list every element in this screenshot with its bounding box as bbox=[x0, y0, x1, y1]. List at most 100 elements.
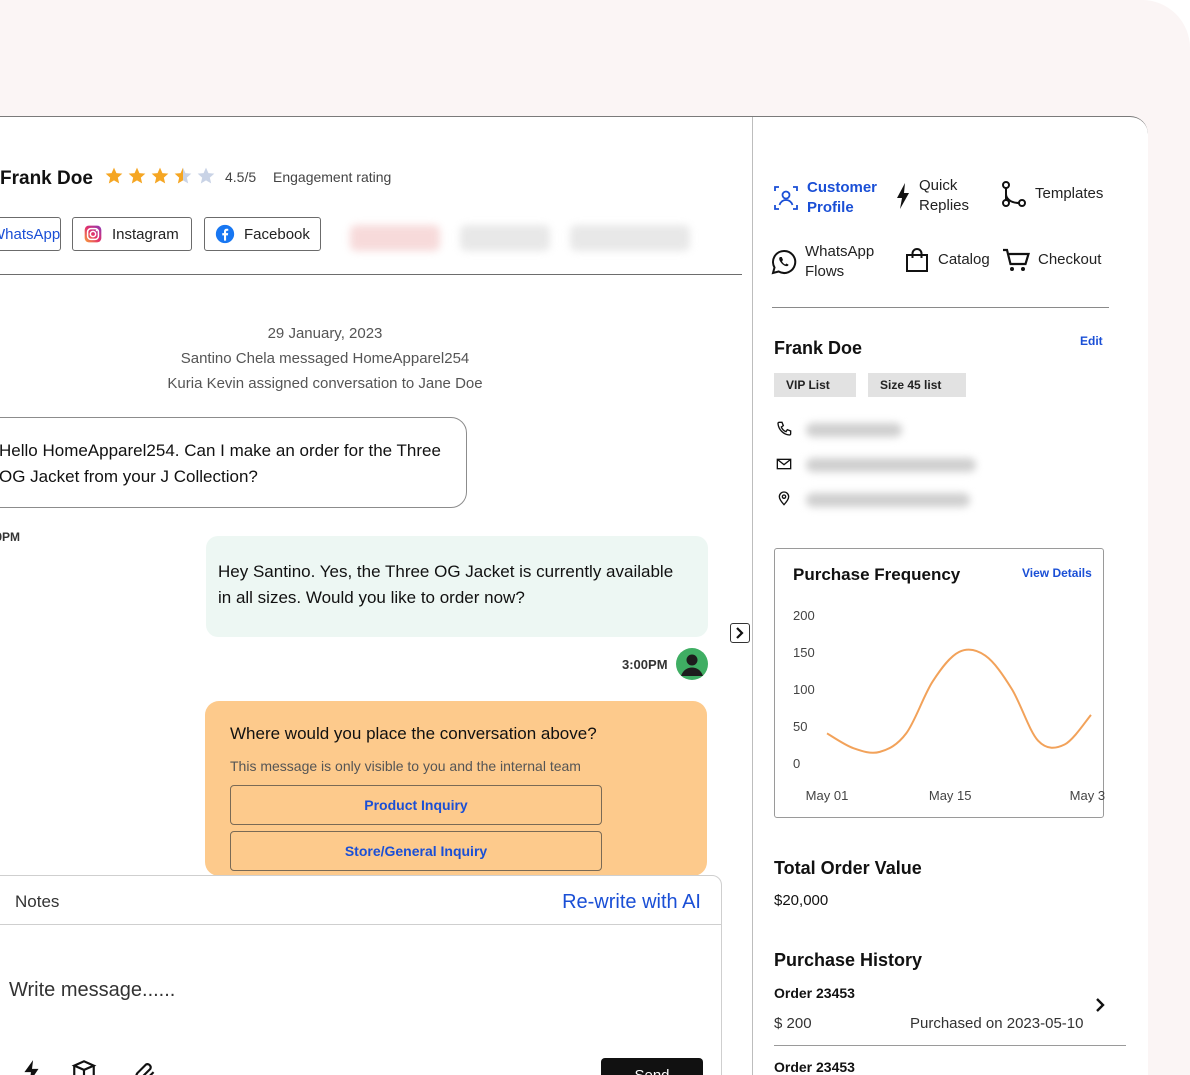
rating-value: 4.5/5 bbox=[225, 169, 257, 185]
store-inquiry-button[interactable]: Store/General Inquiry bbox=[230, 831, 602, 871]
message-time: 3:00PM bbox=[622, 657, 668, 672]
blurred-address bbox=[806, 493, 970, 507]
blurred-chip bbox=[570, 225, 690, 251]
purchase-frequency-chart: 200 150 100 50 0 May 01 May 15 May 31 bbox=[793, 608, 1105, 803]
message-text: Hey Santino. Yes, the Three OG Jacket is… bbox=[218, 562, 674, 581]
channel-label: WhatsApp bbox=[0, 225, 61, 243]
channel-label: Instagram bbox=[112, 225, 179, 243]
incoming-message: Hello HomeApparel254. Can I make an orde… bbox=[0, 417, 467, 508]
location-icon bbox=[778, 491, 790, 506]
prompt-note: This message is only visible to you and … bbox=[230, 758, 581, 774]
facebook-icon bbox=[215, 224, 235, 244]
system-message: Kuria Kevin assigned conversation to Jan… bbox=[167, 375, 483, 392]
blurred-phone bbox=[806, 423, 902, 437]
action-label: Flows bbox=[805, 263, 845, 280]
customer-name: Frank Doe bbox=[774, 338, 863, 358]
series-line bbox=[826, 648, 1092, 754]
empty-star-icon bbox=[197, 167, 215, 184]
order-open-button[interactable] bbox=[1094, 997, 1106, 1018]
total-order-value: $20,000 bbox=[774, 892, 829, 909]
action-label: Quick bbox=[919, 177, 958, 194]
whatsapp-icon bbox=[771, 249, 797, 275]
blurred-email bbox=[806, 458, 976, 472]
rewrite-ai-button[interactable]: Re-write with AI bbox=[562, 891, 701, 914]
system-message: Santino Chela messaged HomeApparel254 bbox=[180, 350, 470, 367]
lightning-icon[interactable] bbox=[19, 1058, 45, 1075]
message-text: OG Jacket from your J Collection? bbox=[0, 467, 258, 486]
product-inquiry-button[interactable]: Product Inquiry bbox=[230, 785, 602, 825]
order-amount: $ 200 bbox=[774, 1015, 812, 1032]
panel-divider bbox=[752, 117, 753, 1075]
edit-customer-link[interactable]: Edit bbox=[1080, 334, 1103, 348]
customer-profile-action[interactable]: Customer Profile bbox=[773, 178, 877, 218]
quick-replies-action[interactable]: Quick Replies bbox=[895, 176, 969, 216]
conversation-date: 29 January, 2023 bbox=[267, 325, 383, 342]
attachment-icon[interactable] bbox=[133, 1058, 159, 1075]
channel-facebook[interactable]: Facebook bbox=[204, 217, 321, 251]
shopping-bag-icon bbox=[906, 248, 928, 272]
phone-icon bbox=[777, 421, 792, 436]
x-tick-label: May 01 bbox=[806, 788, 849, 803]
order-date: Purchased on 2023-05-10 bbox=[910, 1015, 1084, 1032]
channel-instagram[interactable]: Instagram bbox=[72, 217, 192, 251]
action-label: Profile bbox=[807, 199, 854, 216]
classification-prompt: Where would you place the conversation a… bbox=[205, 701, 707, 876]
catalog-action[interactable]: Catalog bbox=[904, 247, 990, 273]
notes-tab[interactable]: Notes bbox=[15, 892, 59, 912]
box-icon[interactable] bbox=[71, 1058, 97, 1075]
user-icon bbox=[681, 654, 703, 676]
y-tick-label: 50 bbox=[793, 719, 807, 734]
actions-divider bbox=[772, 307, 1109, 308]
star-icon bbox=[151, 167, 169, 184]
send-button[interactable]: Send bbox=[601, 1058, 703, 1075]
half-star-icon bbox=[174, 167, 192, 184]
outgoing-message: Hey Santino. Yes, the Three OG Jacket is… bbox=[206, 536, 708, 637]
templates-icon bbox=[1002, 181, 1026, 207]
chevron-right-icon bbox=[1096, 998, 1105, 1012]
tag-vip-list[interactable]: VIP List bbox=[774, 373, 856, 397]
lightning-icon bbox=[897, 183, 909, 209]
action-label: Replies bbox=[919, 197, 970, 214]
blurred-chip bbox=[350, 225, 440, 251]
order-id: Order 23453 bbox=[774, 1059, 855, 1075]
inbox-app: Frank Doe 4.5/5 Engagement rating WhatsA… bbox=[0, 116, 1148, 1075]
customer-profile-icon bbox=[774, 186, 798, 210]
x-tick-label: May 31 bbox=[1070, 788, 1105, 803]
whatsapp-flows-action[interactable]: WhatsApp Flows bbox=[771, 242, 874, 282]
composer-divider bbox=[0, 924, 721, 925]
action-label: Checkout bbox=[1038, 251, 1102, 268]
blurred-chip bbox=[460, 225, 550, 251]
message-text: Hello HomeApparel254. Can I make an orde… bbox=[0, 441, 441, 460]
purchase-frequency-card: Purchase Frequency View Details 200 150 10… bbox=[774, 548, 1105, 818]
blurred-status-chips bbox=[330, 209, 750, 267]
checkout-action[interactable]: Checkout bbox=[1002, 247, 1101, 273]
expand-panel-button[interactable] bbox=[730, 623, 750, 643]
prompt-question: Where would you place the conversation a… bbox=[230, 724, 597, 743]
action-label: Templates bbox=[1035, 185, 1104, 202]
purchase-history-title: Purchase History bbox=[774, 950, 923, 970]
x-tick-label: May 15 bbox=[929, 788, 972, 803]
y-tick-label: 0 bbox=[793, 756, 800, 771]
total-order-title: Total Order Value bbox=[774, 858, 922, 878]
channel-label: Facebook bbox=[244, 225, 310, 243]
instagram-icon bbox=[84, 225, 102, 243]
mail-icon bbox=[776, 458, 792, 470]
rating-label: Engagement rating bbox=[273, 169, 392, 185]
y-tick-label: 100 bbox=[793, 682, 815, 697]
y-tick-label: 200 bbox=[793, 608, 815, 623]
message-text: in all sizes. Would you like to order no… bbox=[218, 588, 525, 607]
star-icon bbox=[128, 167, 146, 184]
message-input[interactable] bbox=[9, 979, 509, 1002]
channel-whatsapp[interactable]: WhatsApp bbox=[0, 217, 61, 251]
agent-avatar[interactable] bbox=[676, 648, 708, 680]
order-divider bbox=[774, 1045, 1126, 1046]
contact-name: Frank Doe bbox=[0, 168, 93, 189]
message-composer: Notes Re-write with AI Send bbox=[0, 875, 722, 1075]
action-label: Customer bbox=[807, 179, 878, 196]
templates-action[interactable]: Templates bbox=[1001, 180, 1103, 208]
tag-size-list[interactable]: Size 45 list bbox=[868, 373, 966, 397]
action-label: Catalog bbox=[938, 251, 990, 268]
backdrop-strip bbox=[1148, 130, 1190, 1075]
action-label: WhatsApp bbox=[805, 243, 875, 260]
message-time: 3:00PM bbox=[0, 530, 21, 544]
